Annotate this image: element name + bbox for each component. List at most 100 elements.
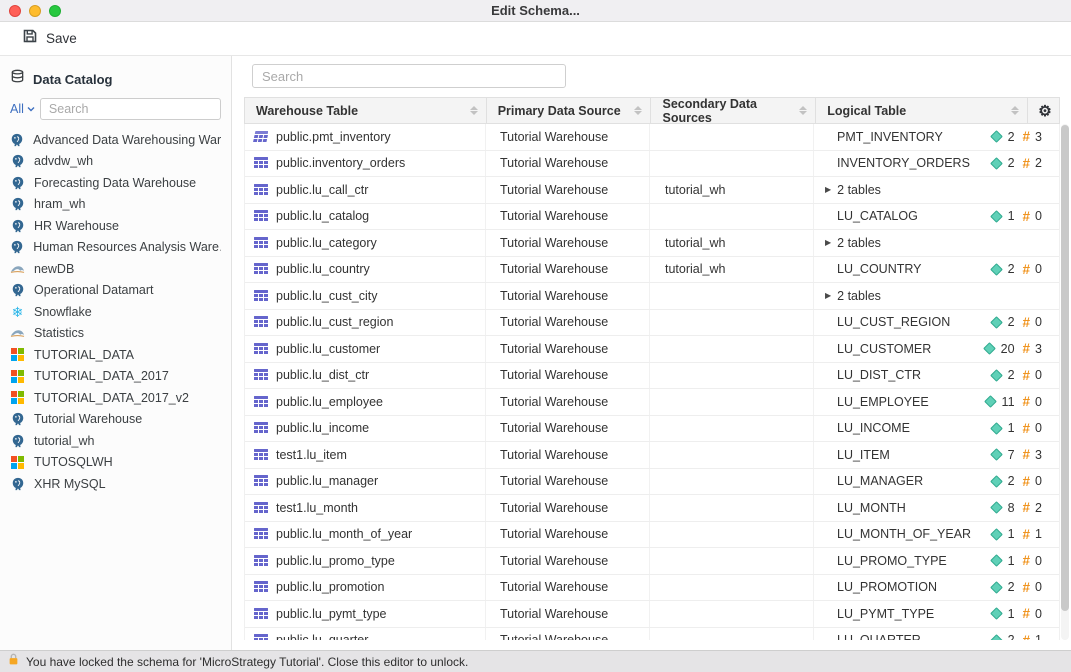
logical-table-counts: 1 # 0 [992, 421, 1042, 436]
column-header-logical-table[interactable]: Logical Table [816, 98, 1028, 123]
table-row[interactable]: public.lu_customer Tutorial Warehouse LU… [245, 336, 1059, 363]
table-row[interactable]: public.lu_employee Tutorial Warehouse LU… [245, 389, 1059, 416]
sidebar-item[interactable]: newDB [0, 258, 231, 280]
logical-table-name: LU_DIST_CTR [837, 368, 992, 382]
sidebar-item[interactable]: Statistics [0, 323, 231, 345]
fact-count: 0 [1035, 474, 1042, 488]
save-button[interactable]: Save [22, 28, 77, 49]
sidebar-item[interactable]: XHR MySQL [0, 473, 231, 495]
sidebar-item[interactable]: Forecasting Data Warehouse [0, 172, 231, 194]
attribute-count: 1 [1008, 554, 1015, 568]
data-catalog-title: Data Catalog [33, 72, 112, 87]
fact-hash-icon: # [1023, 474, 1031, 489]
sidebar-search-input[interactable] [40, 98, 221, 120]
table-row[interactable]: public.lu_call_ctr Tutorial Warehouse tu… [245, 177, 1059, 204]
sidebar-item[interactable]: TUTORIAL_DATA_2017_v2 [0, 387, 231, 409]
attribute-diamond-icon [984, 395, 997, 408]
table-row[interactable]: test1.lu_month Tutorial Warehouse LU_MON… [245, 495, 1059, 522]
logical-table-name: LU_MONTH [837, 501, 992, 515]
table-row[interactable]: public.lu_income Tutorial Warehouse LU_I… [245, 416, 1059, 443]
table-search-input[interactable] [252, 64, 566, 88]
column-header-primary-data-source[interactable]: Primary Data Source [487, 98, 652, 123]
logical-table-group-toggle[interactable]: ▶ 2 tables [814, 183, 881, 197]
secondary-data-source-cell [650, 363, 814, 389]
table-row[interactable]: public.lu_country Tutorial Warehouse tut… [245, 257, 1059, 284]
fact-hash-icon: # [1023, 633, 1031, 640]
sidebar-item[interactable]: Advanced Data Warehousing War… [0, 129, 231, 151]
sidebar-item[interactable]: tutorial_wh [0, 430, 231, 452]
logical-table-counts: 2 # 0 [992, 368, 1042, 383]
sort-icon[interactable] [1011, 106, 1019, 115]
logical-table-entry: PMT_INVENTORY 2 # 3 [814, 129, 1057, 144]
fact-hash-icon: # [1023, 394, 1031, 409]
sidebar-item-label: TUTORIAL_DATA [34, 348, 134, 362]
logical-table-name: LU_INCOME [837, 421, 992, 435]
logical-table-counts: 8 # 2 [992, 500, 1042, 515]
sidebar-item-label: Forecasting Data Warehouse [34, 176, 196, 190]
warehouse-table-name: public.lu_pymt_type [276, 607, 386, 621]
table-row[interactable]: public.lu_manager Tutorial Warehouse LU_… [245, 469, 1059, 496]
sidebar-item[interactable]: Tutorial Warehouse [0, 409, 231, 431]
primary-data-source-cell: Tutorial Warehouse [486, 124, 650, 150]
warehouse-table-panel: Warehouse Table Primary Data Source Seco… [232, 56, 1071, 650]
secondary-data-source-cell [650, 416, 814, 442]
mysql-icon [10, 328, 25, 338]
table-row[interactable]: public.lu_quarter Tutorial Warehouse LU_… [245, 628, 1059, 641]
table-row[interactable]: public.inventory_orders Tutorial Warehou… [245, 151, 1059, 178]
sort-icon[interactable] [470, 106, 478, 115]
table-row[interactable]: public.lu_category Tutorial Warehouse tu… [245, 230, 1059, 257]
postgresql-icon [10, 240, 24, 254]
warehouse-table-name: test1.lu_month [276, 501, 358, 515]
attribute-count: 20 [1001, 342, 1015, 356]
logical-table-group-toggle[interactable]: ▶ 2 tables [814, 289, 881, 303]
secondary-data-source-cell [650, 469, 814, 495]
secondary-data-source-cell [650, 310, 814, 336]
table-row[interactable]: public.pmt_inventory Tutorial Warehouse … [245, 124, 1059, 151]
column-settings-gear-icon[interactable]: ⚙ [1028, 98, 1059, 123]
sort-icon[interactable] [799, 106, 807, 115]
sidebar-item[interactable]: TUTORIAL_DATA_2017 [0, 366, 231, 388]
fact-count: 3 [1035, 130, 1042, 144]
warehouse-table-cell: test1.lu_month [245, 495, 486, 521]
table-row[interactable]: public.lu_promotion Tutorial Warehouse L… [245, 575, 1059, 602]
table-grid-icon [253, 502, 268, 514]
sort-icon[interactable] [634, 106, 642, 115]
scrollbar-thumb[interactable] [1061, 125, 1069, 611]
logical-table-cell: LU_CUST_REGION 2 # 0 [814, 310, 1057, 336]
column-header-warehouse-table[interactable]: Warehouse Table [245, 98, 487, 123]
vertical-scrollbar[interactable] [1061, 124, 1069, 640]
table-grid-icon [253, 290, 268, 302]
table-row[interactable]: public.lu_promo_type Tutorial Warehouse … [245, 548, 1059, 575]
table-row[interactable]: public.lu_cust_region Tutorial Warehouse… [245, 310, 1059, 337]
logical-table-cell: LU_PROMO_TYPE 1 # 0 [814, 548, 1057, 574]
sidebar-item[interactable]: ❄ Snowflake [0, 301, 231, 323]
table-row[interactable]: test1.lu_item Tutorial Warehouse LU_ITEM… [245, 442, 1059, 469]
primary-data-source-cell: Tutorial Warehouse [486, 495, 650, 521]
sidebar-item[interactable]: Operational Datamart [0, 280, 231, 302]
lock-status-message: You have locked the schema for 'MicroStr… [26, 655, 468, 669]
warehouse-table-cell: public.lu_category [245, 230, 486, 256]
sidebar-item[interactable]: HR Warehouse [0, 215, 231, 237]
logical-table-name: LU_PYMT_TYPE [837, 607, 992, 621]
fact-hash-icon: # [1023, 156, 1031, 171]
attribute-count: 2 [1008, 156, 1015, 170]
secondary-data-source-cell: tutorial_wh [650, 177, 814, 203]
table-row[interactable]: public.lu_catalog Tutorial Warehouse LU_… [245, 204, 1059, 231]
table-row[interactable]: public.lu_pymt_type Tutorial Warehouse L… [245, 601, 1059, 628]
column-header-secondary-data-sources[interactable]: Secondary Data Sources [651, 98, 816, 123]
sidebar-item[interactable]: hram_wh [0, 194, 231, 216]
sidebar-item[interactable]: Human Resources Analysis Ware… [0, 237, 231, 259]
warehouse-table-name: public.lu_manager [276, 474, 378, 488]
table-row[interactable]: public.lu_dist_ctr Tutorial Warehouse LU… [245, 363, 1059, 390]
logical-table-entry: INVENTORY_ORDERS 2 # 2 [814, 156, 1057, 171]
filter-all-dropdown[interactable]: All [10, 102, 35, 116]
logical-table-name: LU_CUSTOMER [837, 342, 985, 356]
sidebar-item[interactable]: TUTORIAL_DATA [0, 344, 231, 366]
logical-table-group-toggle[interactable]: ▶ 2 tables [814, 236, 881, 250]
sidebar-item[interactable]: advdw_wh [0, 151, 231, 173]
sidebar-item-label: tutorial_wh [34, 434, 94, 448]
logical-table-name: LU_MANAGER [837, 474, 992, 488]
sidebar-item[interactable]: TUTOSQLWH [0, 452, 231, 474]
table-row[interactable]: public.lu_month_of_year Tutorial Warehou… [245, 522, 1059, 549]
table-row[interactable]: public.lu_cust_city Tutorial Warehouse ▶… [245, 283, 1059, 310]
